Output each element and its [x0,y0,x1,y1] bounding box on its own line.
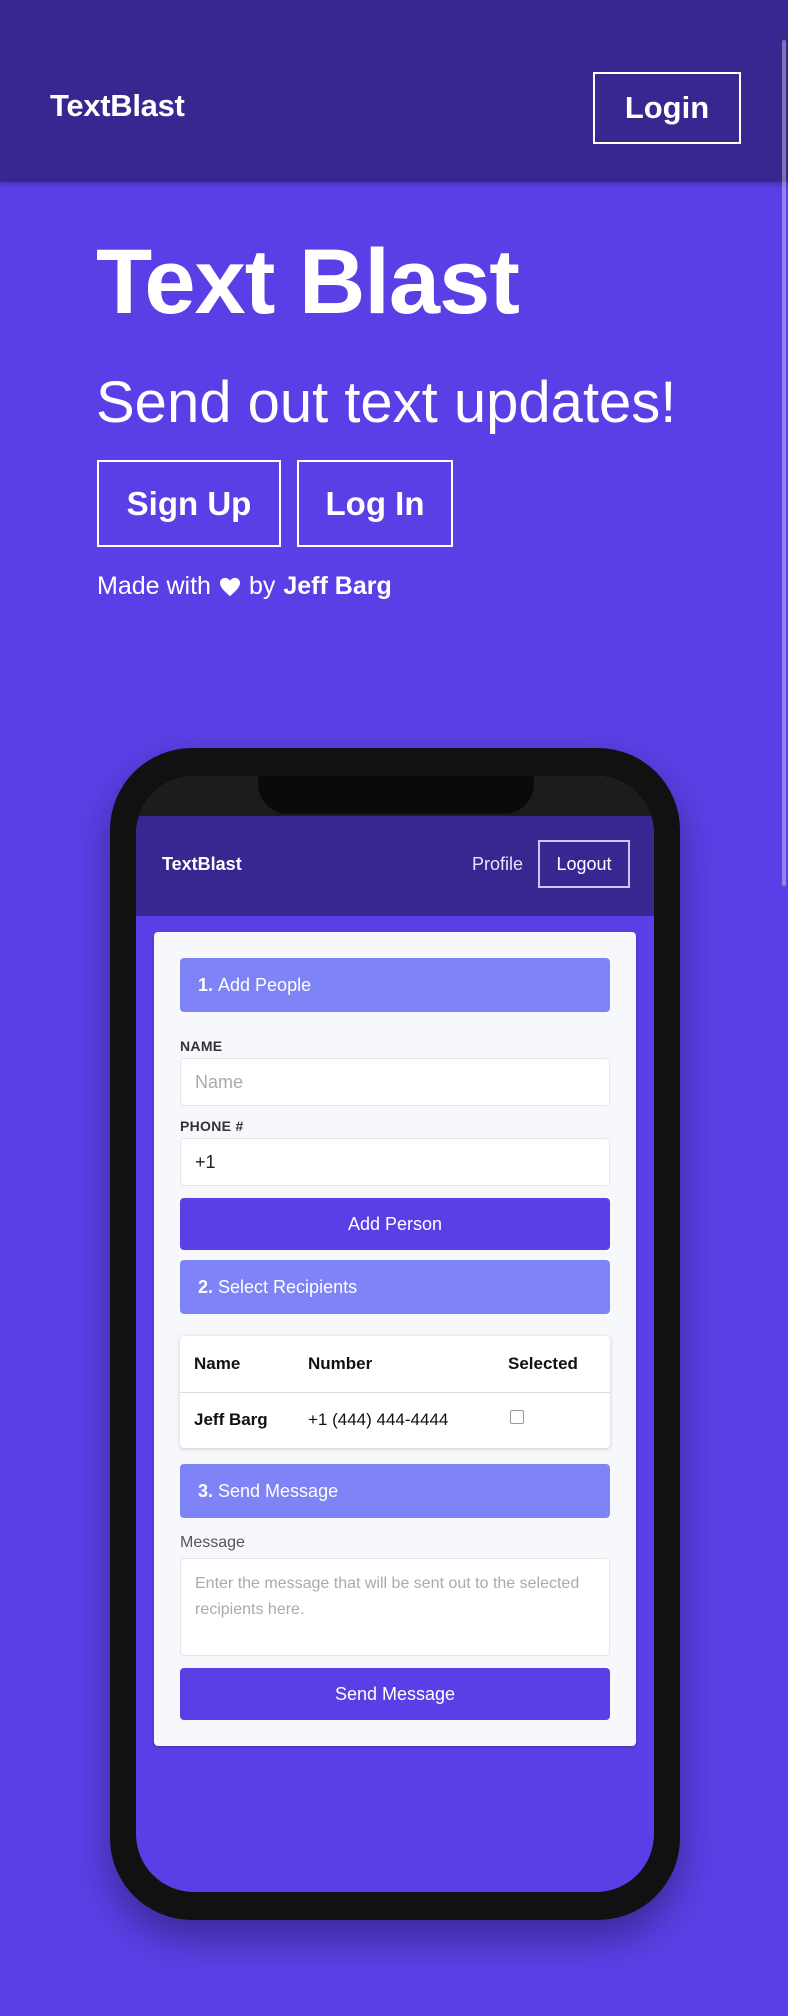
log-in-button[interactable]: Log In [297,460,453,547]
profile-link[interactable]: Profile [472,854,523,875]
hero-title: Text Blast [96,231,520,333]
column-header-number: Number [308,1354,373,1373]
table-divider [180,1392,610,1393]
recipient-number: +1 (444) 444-4444 [308,1410,449,1429]
logout-button[interactable]: Logout [538,840,630,888]
phone-input[interactable] [180,1138,610,1186]
section-number: 3. [198,1480,214,1501]
column-header-selected: Selected [508,1354,578,1373]
column-header-name: Name [194,1354,241,1373]
recipient-select-checkbox[interactable] [510,1410,524,1424]
phone-notch [258,776,534,814]
name-label: NAME [180,1038,223,1054]
app-brand[interactable]: TextBlast [162,854,242,875]
recipient-name: Jeff Barg [194,1410,268,1429]
credit-prefix: Made with [97,572,211,600]
send-message-button[interactable]: Send Message [180,1668,610,1720]
credit-author-link[interactable]: Jeff Barg [283,572,391,601]
phone-label: PHONE # [180,1118,244,1134]
login-button[interactable]: Login [593,72,741,144]
hero-subtitle: Send out text updates! [96,370,677,435]
section-add-people: 1. Add People [180,958,610,1012]
sign-up-button[interactable]: Sign Up [97,460,281,547]
phone-screen: TextBlast Profile Logout 1. Add People N… [136,776,654,1892]
message-label: Message [180,1534,245,1551]
brand-logo[interactable]: TextBlast [50,88,185,124]
app-navbar: TextBlast Profile Logout [136,816,654,916]
scrollbar-thumb[interactable] [782,40,786,886]
section-label: Add People [218,974,312,995]
add-person-button[interactable]: Add Person [180,1198,610,1250]
section-label: Send Message [218,1480,339,1501]
credit-by: by [248,572,276,600]
heart-icon [219,577,240,596]
top-navbar: TextBlast Login [0,0,788,182]
credit-line: Made with by Jeff Barg [97,572,392,601]
section-number: 1. [198,974,214,995]
section-label: Select Recipients [218,1276,358,1297]
message-textarea[interactable] [180,1558,610,1656]
textblast-form-card: 1. Add People NAME PHONE # Add Person 2.… [154,932,636,1746]
section-select-recipients: 2. Select Recipients [180,1260,610,1314]
recipients-table: Name Number Selected Jeff Barg +1 (444) … [180,1336,610,1448]
section-send-message: 3. Send Message [180,1464,610,1518]
section-number: 2. [198,1276,214,1297]
phone-mockup: TextBlast Profile Logout 1. Add People N… [110,748,680,1920]
name-input[interactable] [180,1058,610,1106]
